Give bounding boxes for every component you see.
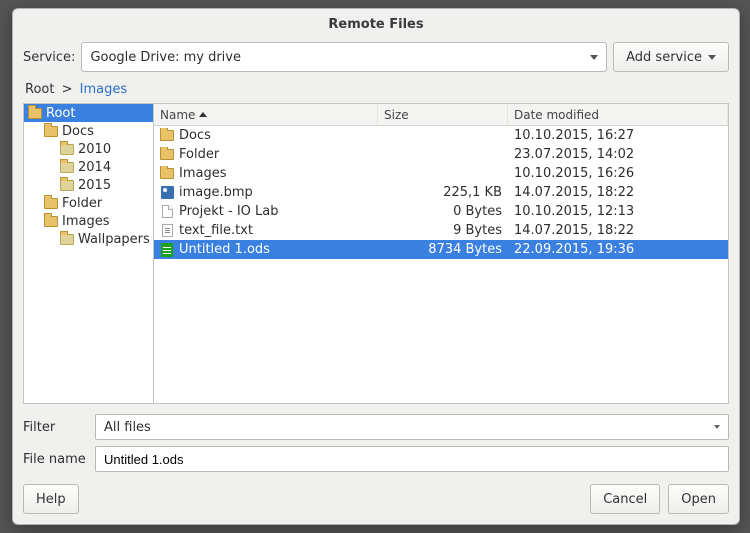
filename-label: File name: [23, 452, 87, 467]
tree-item-label: Wallpapers: [78, 232, 150, 247]
add-service-button[interactable]: Add service: [613, 42, 729, 72]
file-size: 8734 Bytes: [378, 242, 508, 257]
file-name: Images: [179, 166, 227, 181]
open-button[interactable]: Open: [668, 484, 729, 514]
file-name: Folder: [179, 147, 219, 162]
folder-icon: [60, 180, 74, 191]
filename-input-wrap: [95, 446, 729, 472]
filter-select[interactable]: All files: [95, 414, 729, 440]
file-name: Untitled 1.ods: [179, 242, 270, 257]
file-row[interactable]: text_file.txt 9 Bytes14.07.2015, 18:22: [154, 221, 728, 240]
tree-item[interactable]: Wallpapers: [24, 230, 153, 248]
folder-icon: [60, 144, 74, 155]
tree-item-label: Docs: [62, 124, 94, 139]
column-headers: Name Size Date modified: [154, 104, 728, 126]
text-file-icon: [160, 224, 174, 238]
file-date: 23.07.2015, 14:02: [508, 147, 728, 162]
dialog-title: Remote Files: [13, 9, 739, 38]
file-row[interactable]: Docs 10.10.2015, 16:27: [154, 126, 728, 145]
file-date: 14.07.2015, 18:22: [508, 185, 728, 200]
remote-files-dialog: Remote Files Service: Google Drive: my d…: [12, 8, 740, 525]
folder-icon: [44, 126, 58, 137]
breadcrumb-root[interactable]: Root: [25, 82, 54, 97]
filter-label: Filter: [23, 420, 87, 435]
folder-icon: [44, 198, 58, 209]
folder-icon: [28, 108, 42, 119]
breadcrumb: Root > Images: [13, 76, 739, 101]
image-icon: [160, 186, 174, 200]
tree-item-label: Root: [46, 106, 75, 121]
file-row[interactable]: Images 10.10.2015, 16:26: [154, 164, 728, 183]
service-row: Service: Google Drive: my drive Add serv…: [13, 38, 739, 76]
chevron-down-icon: [714, 425, 720, 429]
file-size: 0 Bytes: [378, 204, 508, 219]
tree-item-label: Folder: [62, 196, 102, 211]
file-date: 22.09.2015, 19:36: [508, 242, 728, 257]
file-date: 10.10.2015, 12:13: [508, 204, 728, 219]
chevron-down-icon: [708, 55, 716, 60]
service-label: Service:: [23, 50, 75, 65]
tree-item-label: 2010: [78, 142, 111, 157]
spreadsheet-icon: [160, 243, 174, 257]
file-row[interactable]: Folder 23.07.2015, 14:02: [154, 145, 728, 164]
filename-row: File name: [23, 446, 729, 472]
tree-item[interactable]: 2014: [24, 158, 153, 176]
file-date: 14.07.2015, 18:22: [508, 223, 728, 238]
tree-item[interactable]: Folder: [24, 194, 153, 212]
file-row[interactable]: Projekt - IO Lab 0 Bytes10.10.2015, 12:13: [154, 202, 728, 221]
tree-item[interactable]: 2015: [24, 176, 153, 194]
action-row: Help Cancel Open: [23, 484, 729, 514]
file-size: 9 Bytes: [378, 223, 508, 238]
tree-item[interactable]: 2010: [24, 140, 153, 158]
file-name: text_file.txt: [179, 223, 253, 238]
sort-ascending-icon: [199, 112, 207, 117]
file-name: image.bmp: [179, 185, 253, 200]
column-date[interactable]: Date modified: [508, 104, 728, 125]
tree-item-label: 2015: [78, 178, 111, 193]
document-icon: [160, 205, 174, 219]
column-size[interactable]: Size: [378, 104, 508, 125]
add-service-label: Add service: [626, 50, 702, 65]
file-date: 10.10.2015, 16:27: [508, 128, 728, 143]
folder-icon: [160, 129, 174, 143]
column-name[interactable]: Name: [154, 104, 378, 125]
tree-item-label: 2014: [78, 160, 111, 175]
file-name: Projekt - IO Lab: [179, 204, 278, 219]
folder-icon: [44, 216, 58, 227]
service-select[interactable]: Google Drive: my drive: [81, 42, 607, 72]
folder-icon: [60, 234, 74, 245]
file-size: 225,1 KB: [378, 185, 508, 200]
filter-row: Filter All files: [23, 414, 729, 440]
folder-icon: [160, 167, 174, 181]
tree-item[interactable]: Images: [24, 212, 153, 230]
file-name: Docs: [179, 128, 211, 143]
file-list: Name Size Date modified Docs 10.10.2015, …: [153, 103, 729, 404]
breadcrumb-separator: >: [59, 82, 76, 97]
help-button[interactable]: Help: [23, 484, 79, 514]
tree-item[interactable]: Root: [24, 104, 153, 122]
file-row[interactable]: Untitled 1.ods 8734 Bytes22.09.2015, 19:3…: [154, 240, 728, 259]
breadcrumb-current[interactable]: Images: [80, 82, 128, 97]
folder-tree[interactable]: Root Docs 2010 2014 2015 Folder Images Wallpape…: [23, 103, 153, 404]
filename-input[interactable]: [104, 452, 720, 467]
filter-value: All files: [104, 420, 151, 435]
file-row[interactable]: image.bmp 225,1 KB14.07.2015, 18:22: [154, 183, 728, 202]
tree-item[interactable]: Docs: [24, 122, 153, 140]
chevron-down-icon: [590, 55, 598, 60]
file-date: 10.10.2015, 16:26: [508, 166, 728, 181]
tree-item-label: Images: [62, 214, 110, 229]
folder-icon: [160, 148, 174, 162]
folder-icon: [60, 162, 74, 173]
service-selected: Google Drive: my drive: [90, 50, 241, 65]
main-area: Root Docs 2010 2014 2015 Folder Images Wallpape…: [13, 101, 739, 404]
cancel-button[interactable]: Cancel: [590, 484, 660, 514]
file-rows[interactable]: Docs 10.10.2015, 16:27 Folder 23.07.2015, 1…: [154, 126, 728, 403]
bottom-panel: Filter All files File name Help Cancel O…: [13, 404, 739, 524]
